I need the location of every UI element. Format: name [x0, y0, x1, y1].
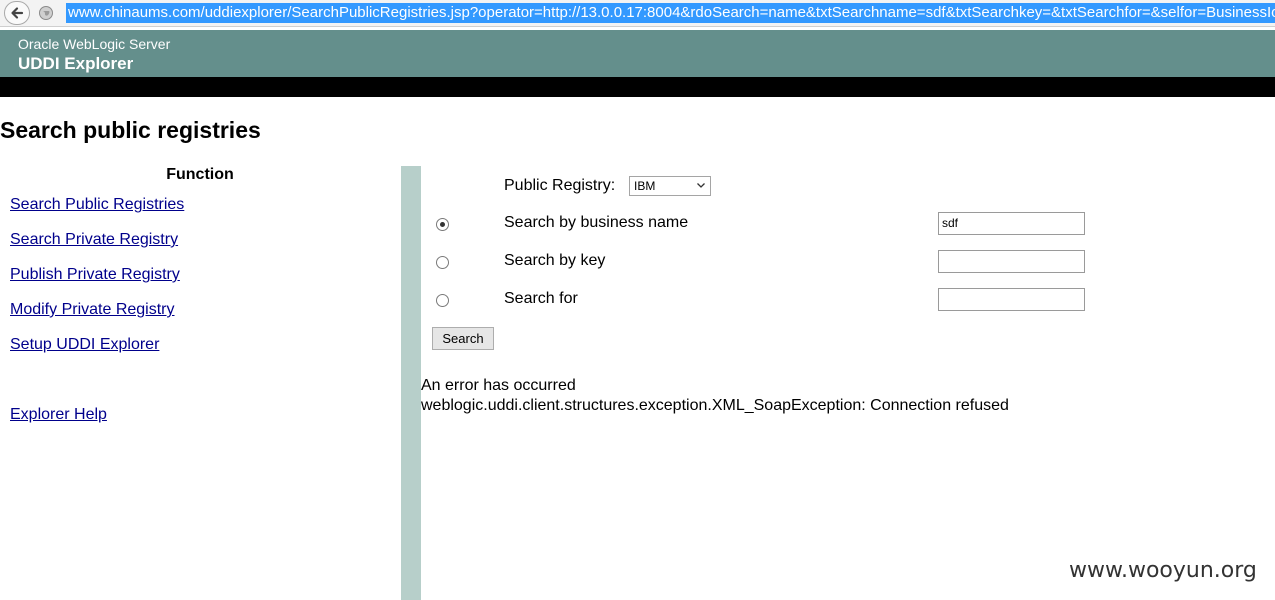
search-key-input[interactable]	[938, 250, 1085, 273]
header-banner: Oracle WebLogic Server UDDI Explorer	[0, 30, 1275, 77]
back-arrow-icon	[11, 7, 24, 19]
page-title: Search public registries	[0, 117, 261, 143]
public-registry-value: IBM	[634, 179, 656, 193]
column-divider	[401, 166, 421, 600]
radio-search-by-business-name[interactable]	[436, 218, 449, 231]
menu-link-explorer-help[interactable]: Explorer Help	[10, 406, 107, 424]
address-bar[interactable]: www.chinaums.com/uddiexplorer/SearchPubl…	[66, 3, 1275, 23]
public-registry-select[interactable]: IBM	[629, 176, 711, 196]
label-search-for: Search for	[504, 290, 578, 307]
error-message: weblogic.uddi.client.structures.exceptio…	[421, 397, 1009, 414]
product-name: Oracle WebLogic Server	[18, 36, 171, 52]
menu-link-search-public-registries[interactable]: Search Public Registries	[10, 196, 184, 214]
public-registry-label: Public Registry:	[504, 177, 616, 194]
browser-toolbar: www.chinaums.com/uddiexplorer/SearchPubl…	[0, 0, 1275, 27]
search-for-input[interactable]	[938, 288, 1085, 311]
back-button[interactable]	[4, 1, 30, 25]
menu-link-search-private-registry[interactable]: Search Private Registry	[10, 231, 178, 249]
header-divider	[0, 77, 1275, 97]
business-name-input[interactable]: sdf	[938, 212, 1085, 235]
app-name: UDDI Explorer	[18, 54, 134, 73]
radio-search-by-key[interactable]	[436, 256, 449, 269]
label-search-by-key: Search by key	[504, 252, 606, 269]
watermark: www.wooyun.org	[1069, 558, 1257, 583]
search-button[interactable]: Search	[432, 327, 494, 350]
menu-link-modify-private-registry[interactable]: Modify Private Registry	[10, 301, 175, 319]
menu-link-setup-uddi-explorer[interactable]: Setup UDDI Explorer	[10, 336, 159, 354]
chevron-down-icon	[697, 183, 705, 188]
globe-icon	[39, 6, 53, 20]
radio-search-for[interactable]	[436, 294, 449, 307]
label-search-by-business-name: Search by business name	[504, 214, 689, 231]
menu-link-publish-private-registry[interactable]: Publish Private Registry	[10, 266, 180, 284]
function-heading: Function	[166, 166, 234, 183]
error-title: An error has occurred	[421, 377, 576, 394]
